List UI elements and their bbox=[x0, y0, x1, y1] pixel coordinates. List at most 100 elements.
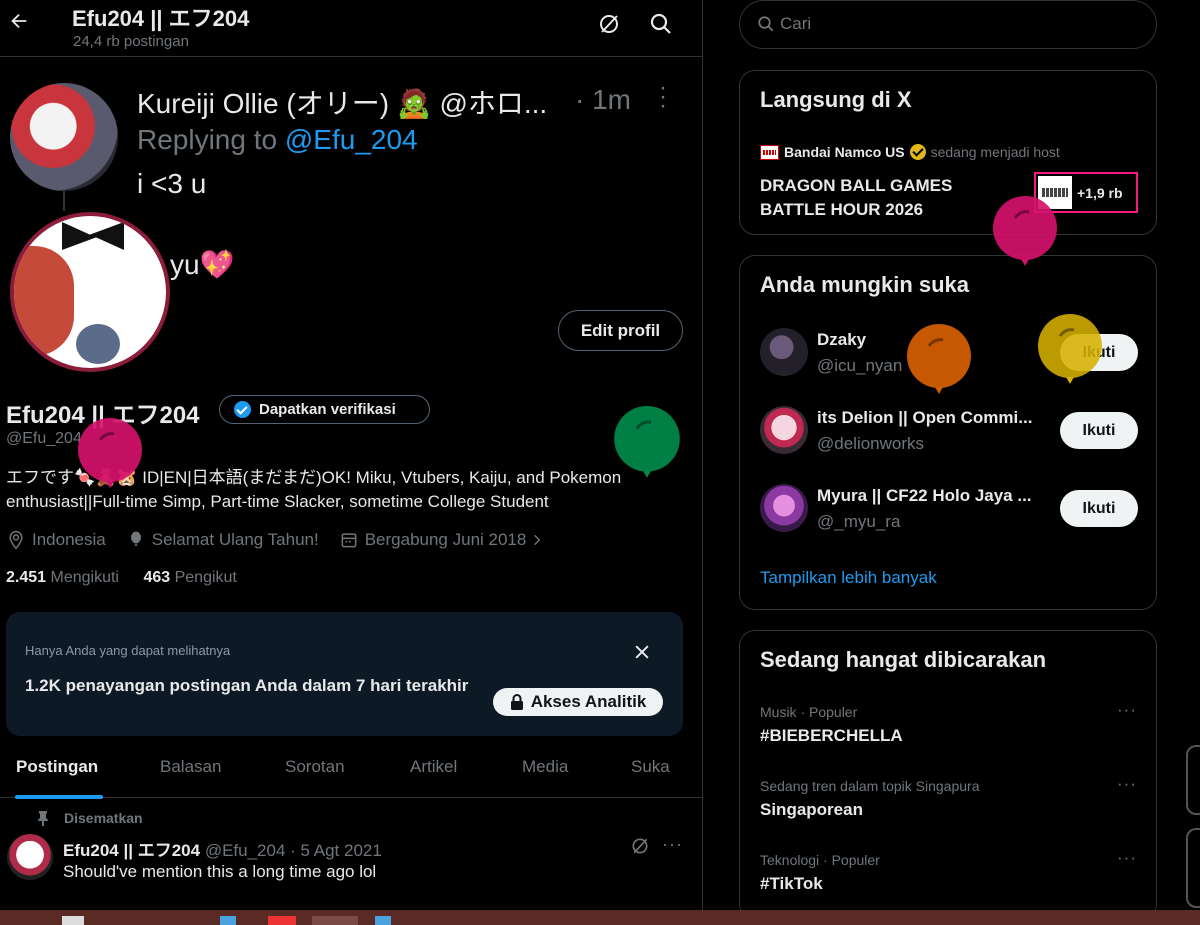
followers-link[interactable]: 463 Pengikut bbox=[143, 569, 236, 586]
overlay-text-1: i <3 u bbox=[137, 168, 207, 199]
balloon-icon bbox=[993, 196, 1057, 266]
suggestion-handle: @icu_nyan bbox=[817, 356, 903, 375]
joined-text: Bergabung Juni 2018 bbox=[364, 530, 527, 549]
analytics-summary: 1.2K penayangan postingan Anda dalam 7 h… bbox=[25, 676, 469, 695]
overlay-avatar bbox=[10, 83, 118, 191]
trend-more-icon[interactable]: ··· bbox=[1117, 700, 1137, 720]
suggestion-item[interactable]: its Delion || Open Commi... @delionworks… bbox=[760, 406, 1140, 458]
taskbar-app-icon[interactable] bbox=[220, 916, 236, 925]
search-icon bbox=[758, 16, 774, 32]
taskbar-app-icon[interactable] bbox=[268, 916, 296, 925]
avatar[interactable] bbox=[760, 484, 808, 532]
search-input[interactable]: Cari bbox=[739, 0, 1157, 49]
replying-prefix: Replying to bbox=[137, 124, 285, 155]
profile-meta: Indonesia Selamat Ulang Tahun! Bergabung… bbox=[6, 528, 564, 552]
suggestion-name[interactable]: its Delion || Open Commi... bbox=[817, 408, 1047, 428]
header-title: Efu204 || エフ204 bbox=[72, 6, 250, 31]
meta-location: Indonesia bbox=[6, 530, 106, 550]
follow-button[interactable]: Ikuti bbox=[1060, 490, 1138, 527]
trend-item[interactable]: Musik · Populer #BIEBERCHELLA ··· bbox=[760, 700, 1140, 746]
search-placeholder: Cari bbox=[780, 14, 812, 33]
taskbar-app-icon[interactable] bbox=[62, 916, 84, 925]
balloon-icon bbox=[1038, 314, 1102, 384]
trend-name: #TikTok bbox=[760, 874, 823, 893]
calendar-icon bbox=[341, 533, 357, 548]
taskbar-app-icon[interactable] bbox=[312, 916, 358, 925]
tab-likes[interactable]: Suka bbox=[631, 757, 670, 777]
overlay-more-icon: · · · bbox=[659, 74, 667, 119]
header-post-count: 24,4 rb postingan bbox=[73, 33, 189, 50]
analytics-access-label: Akses Analitik bbox=[530, 692, 647, 711]
taskbar-app-icon[interactable] bbox=[375, 916, 391, 925]
lock-icon bbox=[510, 694, 523, 710]
bandai-namco-logo bbox=[760, 144, 779, 160]
verified-badge-icon bbox=[909, 144, 926, 160]
suggestion-handle: @delionworks bbox=[817, 434, 925, 453]
suggestion-item[interactable]: Myura || CF22 Holo Jaya ... @_myu_ra Iku… bbox=[760, 484, 1140, 536]
thread-line bbox=[63, 191, 65, 211]
avatar[interactable] bbox=[760, 328, 808, 376]
overlay-replying-to: Replying to @Efu_204 bbox=[137, 124, 418, 156]
profile-avatar[interactable] bbox=[10, 212, 170, 372]
following-link[interactable]: 2.451 Mengikuti bbox=[6, 569, 119, 586]
tab-posts[interactable]: Postingan bbox=[16, 757, 98, 777]
host-name[interactable]: Bandai Namco US bbox=[784, 144, 905, 160]
profile-handle: @Efu_204 bbox=[6, 430, 82, 447]
trend-more-icon[interactable]: ··· bbox=[1117, 774, 1137, 794]
search-icon[interactable] bbox=[649, 12, 673, 36]
profile-header: Efu204 || エフ204 24,4 rb postingan bbox=[0, 0, 702, 57]
get-verified-button[interactable]: Dapatkan verifikasi bbox=[219, 395, 430, 424]
meta-joined: Bergabung Juni 2018 bbox=[339, 530, 545, 550]
trend-item[interactable]: Sedang tren dalam topik Singapura Singap… bbox=[760, 774, 1140, 820]
suggestion-name[interactable]: Myura || CF22 Holo Jaya ... bbox=[817, 486, 1047, 506]
analytics-note: Hanya Anda yang dapat melihatnya bbox=[25, 643, 231, 658]
profile-column: Efu204 || エフ204 24,4 rb postingan Kureij… bbox=[0, 0, 703, 910]
page: Efu204 || エフ204 24,4 rb postingan Kureij… bbox=[0, 0, 1200, 925]
tab-replies[interactable]: Balasan bbox=[160, 757, 221, 777]
balloon-icon bbox=[614, 406, 680, 478]
post-more-icon[interactable]: ··· bbox=[662, 834, 683, 855]
tab-articles[interactable]: Artikel bbox=[410, 757, 457, 777]
edit-profile-button[interactable]: Edit profil bbox=[558, 310, 683, 351]
overlay-author-name: Kureiji Ollie (オリー) 🧟 @ホロ... bbox=[137, 88, 548, 119]
close-icon[interactable] bbox=[632, 642, 652, 662]
trend-category: Teknologi · Populer bbox=[760, 852, 880, 868]
trend-category: Sedang tren dalam topik Singapura bbox=[760, 778, 980, 794]
trending-title: Sedang hangat dibicarakan bbox=[760, 647, 1047, 672]
post-meta: @Efu_204 · 5 Agt 2021 bbox=[204, 841, 382, 860]
post-author[interactable]: Efu204 || エフ204 bbox=[63, 841, 200, 860]
verified-badge-icon bbox=[234, 401, 251, 418]
overlay-time: · 1m bbox=[575, 84, 631, 115]
location-text: Indonesia bbox=[32, 530, 106, 549]
suggestion-handle: @_myu_ra bbox=[817, 512, 901, 531]
balloon-icon bbox=[130, 531, 141, 546]
suggestions-title: Anda mungkin suka bbox=[760, 272, 970, 297]
chevron-right-icon[interactable] bbox=[530, 533, 544, 547]
following-count: 2.451 bbox=[6, 569, 47, 586]
meta-birthday: Selamat Ulang Tahun! bbox=[126, 530, 319, 550]
follow-button[interactable]: Ikuti bbox=[1060, 412, 1138, 449]
analytics-access-button[interactable]: Akses Analitik bbox=[493, 688, 663, 716]
post-text: Should've mention this a long time ago l… bbox=[63, 862, 377, 881]
grok-icon[interactable] bbox=[630, 836, 650, 856]
live-event-title[interactable]: DRAGON BALL GAMES BATTLE HOUR 2026 bbox=[760, 174, 990, 222]
live-host: Bandai Namco US sedang menjadi host bbox=[760, 144, 1060, 160]
post-avatar[interactable] bbox=[7, 834, 53, 880]
post-header: Efu204 || エフ204 @Efu_204 · 5 Agt 2021 bbox=[63, 836, 382, 861]
overlay-text-2-label: yu bbox=[170, 249, 200, 280]
back-arrow-icon[interactable] bbox=[8, 10, 30, 32]
get-verified-label: Dapatkan verifikasi bbox=[259, 401, 396, 418]
grok-icon[interactable] bbox=[597, 12, 621, 36]
tab-highlights[interactable]: Sorotan bbox=[285, 757, 345, 777]
avatar[interactable] bbox=[760, 406, 808, 454]
following-label: Mengikuti bbox=[50, 569, 119, 586]
pinned-label: Disematkan bbox=[36, 810, 143, 826]
tab-media[interactable]: Media bbox=[522, 757, 568, 777]
show-more-link[interactable]: Tampilkan lebih banyak bbox=[760, 568, 937, 588]
trend-item[interactable]: Teknologi · Populer #TikTok ··· bbox=[760, 848, 1140, 894]
listener-count-text: +1,9 rb bbox=[1077, 184, 1123, 201]
live-title: Langsung di X bbox=[760, 87, 912, 112]
trend-category: Musik · Populer bbox=[760, 704, 858, 720]
heart-icon: 💖 bbox=[199, 249, 235, 280]
trend-more-icon[interactable]: ··· bbox=[1117, 848, 1137, 868]
